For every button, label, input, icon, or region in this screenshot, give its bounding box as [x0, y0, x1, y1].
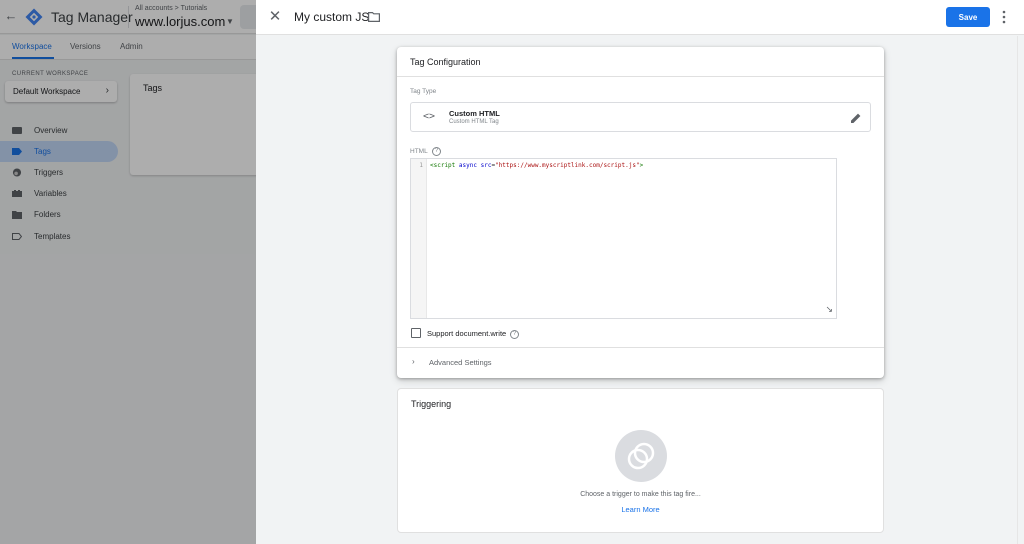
line-number-gutter: 1	[411, 159, 427, 318]
triggering-card[interactable]: Triggering Choose a trigger to make this…	[397, 388, 884, 533]
modal-overlay[interactable]	[0, 0, 256, 544]
help-icon[interactable]: ?	[432, 147, 441, 156]
trigger-icon	[627, 442, 655, 470]
html-label: HTML	[410, 148, 428, 155]
line-number: 1	[419, 162, 423, 169]
tag-type-selector[interactable]: <> Custom HTML Custom HTML Tag	[410, 102, 871, 132]
panel-scrollbar[interactable]	[1017, 36, 1024, 544]
code-attr-token: async	[458, 162, 477, 169]
tag-editor-panel: ✕ My custom JS Save Tag Configuration Ta…	[256, 0, 1024, 544]
advanced-settings-toggle[interactable]: Advanced Settings	[429, 358, 492, 367]
card-divider	[397, 76, 884, 77]
code-line[interactable]: <script async src="https://www.myscriptl…	[430, 162, 643, 169]
trigger-placeholder[interactable]	[615, 430, 667, 482]
tag-type-label: Tag Type	[410, 88, 437, 95]
code-attr-token: src	[480, 162, 492, 169]
tag-type-description: Custom HTML Tag	[449, 119, 499, 125]
code-brackets-icon: <>	[423, 111, 436, 122]
trigger-empty-text: Choose a trigger to make this tag fire..…	[580, 491, 701, 498]
folder-icon[interactable]	[368, 12, 380, 22]
close-icon[interactable]: ✕	[268, 9, 282, 24]
tag-name-title[interactable]: My custom JS	[294, 10, 369, 24]
tag-configuration-title: Tag Configuration	[410, 57, 481, 67]
tag-type-name: Custom HTML	[449, 109, 500, 118]
more-vert-icon[interactable]	[1000, 9, 1008, 25]
support-document-write-label[interactable]: Support document.write	[427, 329, 506, 338]
card-divider	[397, 347, 884, 348]
resize-handle-icon[interactable]: ↘	[825, 304, 833, 315]
learn-more-link[interactable]: Learn More	[398, 505, 883, 514]
support-document-write-checkbox[interactable]	[411, 328, 421, 338]
pencil-icon[interactable]	[850, 112, 862, 124]
chevron-right-icon[interactable]: ›	[412, 357, 415, 366]
panel-header: ✕ My custom JS Save	[256, 0, 1024, 35]
html-code-editor[interactable]: 1 <script async src="https://www.myscrip…	[410, 158, 837, 319]
tag-configuration-card: Tag Configuration Tag Type <> Custom HTM…	[397, 47, 884, 378]
help-icon[interactable]: ?	[510, 330, 519, 339]
triggering-title: Triggering	[411, 399, 452, 409]
code-tag-close-token: >	[639, 162, 644, 169]
code-string-token: "https://www.myscriptlink.com/script.js"	[495, 162, 640, 169]
save-button[interactable]: Save	[946, 7, 990, 27]
code-tag-token: <script	[430, 162, 456, 169]
